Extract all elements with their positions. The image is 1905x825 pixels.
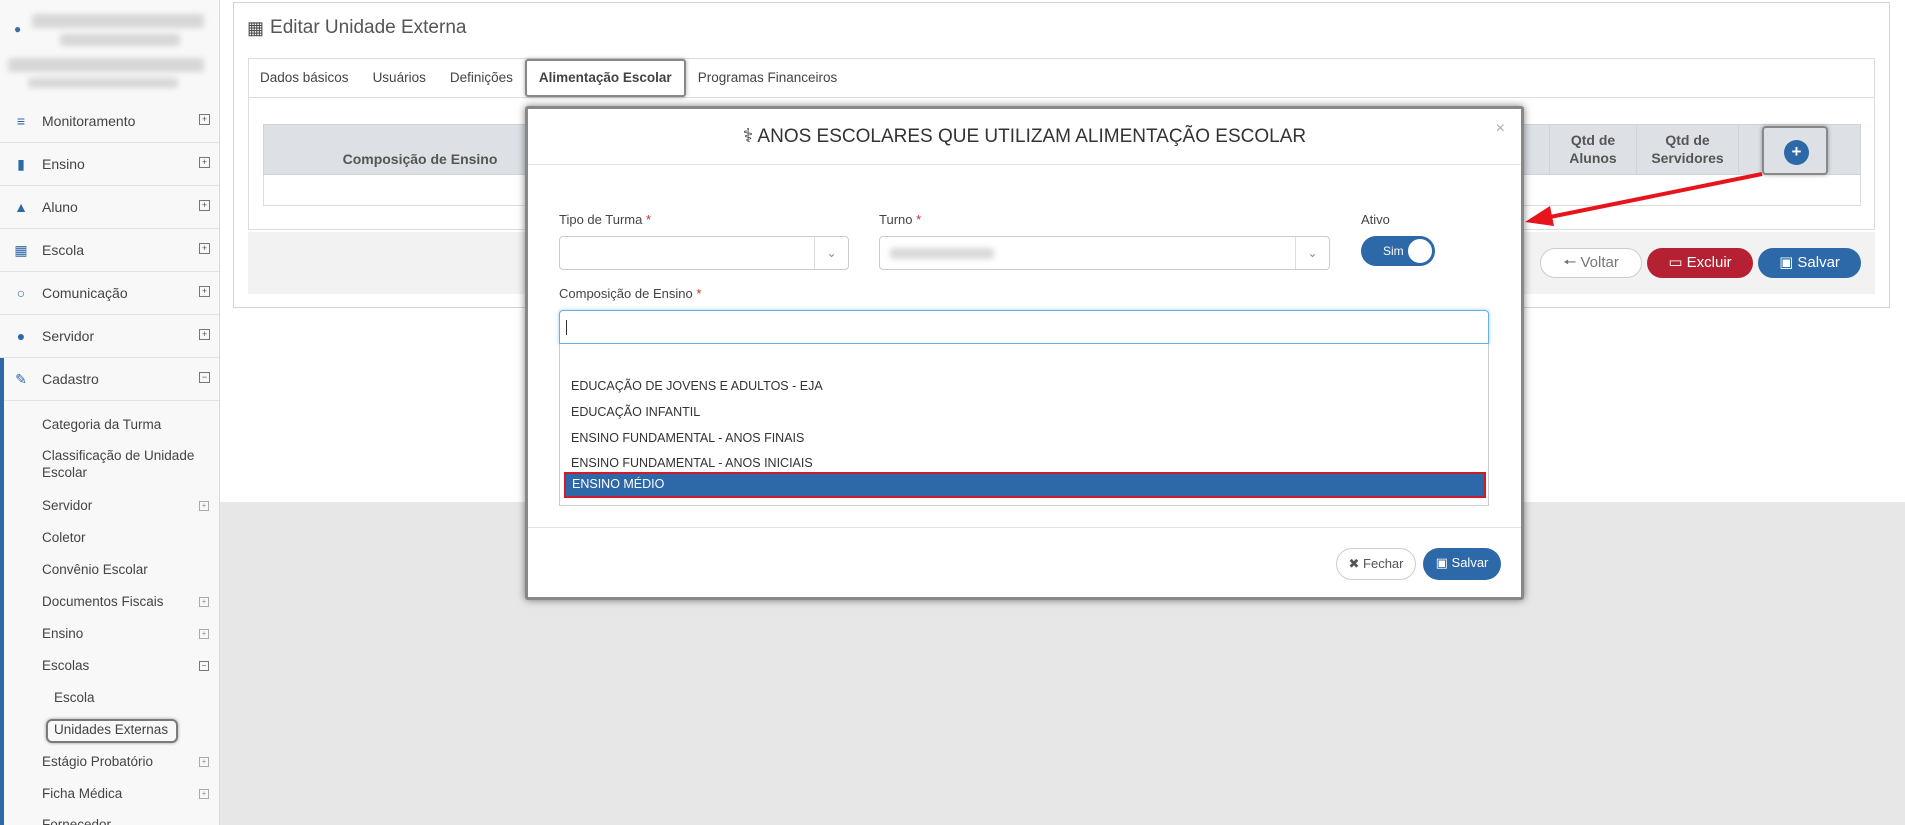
option-fundamental-anos-iniciais[interactable]: ENSINO FUNDAMENTAL - ANOS INICIAIS (571, 456, 813, 470)
tab-definicoes[interactable]: Definições (438, 59, 525, 97)
menu-monitoramento[interactable]: ≡ Monitoramento + (0, 100, 219, 143)
expand-icon[interactable]: + (199, 789, 209, 799)
menu-label: Ensino (42, 156, 85, 172)
option-ensino-medio[interactable]: ENSINO MÉDIO (564, 472, 1486, 498)
expand-icon[interactable]: + (199, 114, 210, 125)
chevron-down-icon: ⌄ (1295, 237, 1329, 269)
fechar-button[interactable]: ✖ Fechar (1336, 548, 1416, 580)
submenu-coletor[interactable]: Coletor (42, 529, 86, 546)
expand-icon[interactable]: + (199, 501, 209, 511)
option-eja[interactable]: EDUCAÇÃO DE JOVENS E ADULTOS - EJA (571, 379, 823, 393)
column-divider (1738, 124, 1739, 175)
add-button[interactable]: + (1784, 140, 1809, 165)
submenu-documentos-fiscais[interactable]: Documentos Fiscais (42, 593, 164, 610)
column-qtd-alunos[interactable]: Qtd de Alunos (1553, 131, 1633, 167)
composicao-search-input[interactable] (559, 310, 1489, 344)
submenu-escolas[interactable]: Escolas (42, 657, 89, 674)
submenu-unidades-externas[interactable]: Unidades Externas (54, 721, 168, 738)
close-icon[interactable]: × (1496, 101, 1505, 157)
menu-label: Escola (42, 242, 85, 258)
composicao-label: Composição de Ensino * (559, 286, 702, 301)
cutlery-icon: ⚕ (742, 126, 754, 147)
option-educacao-infantil[interactable]: EDUCAÇÃO INFANTIL (571, 405, 700, 419)
trash-icon: ▭ (1668, 254, 1687, 271)
column-divider (1549, 124, 1550, 175)
column-qtd-servidores[interactable]: Qtd de Servidores (1640, 131, 1735, 167)
expand-icon[interactable]: + (199, 597, 209, 607)
tipo-turma-select[interactable]: ⌄ (559, 236, 849, 270)
submenu-categoria-turma[interactable]: Categoria da Turma (42, 416, 161, 433)
institution-icon: ▦ (14, 241, 28, 258)
institution-icon: ▦ (247, 17, 265, 38)
modal-footer-divider (528, 527, 1521, 528)
modal-title: ANOS ESCOLARES QUE UTILIZAM ALIMENTAÇÃO … (757, 126, 1307, 147)
save-icon: ▣ (1435, 555, 1448, 570)
annotation-highlight: + (1762, 126, 1828, 175)
user-icon: ● (16, 328, 26, 344)
tab-programas-financeiros[interactable]: Programas Financeiros (686, 59, 850, 97)
tab-usuarios[interactable]: Usuários (361, 59, 438, 97)
page-title: ▦ Editar Unidade Externa (247, 17, 467, 38)
turno-label: Turno * (879, 212, 922, 227)
voltar-button[interactable]: 🠔 Voltar (1540, 248, 1642, 278)
submenu-fornecedor[interactable]: Fornecedor (42, 816, 111, 825)
tipo-turma-label: Tipo de Turma * (559, 212, 652, 227)
expand-icon[interactable]: + (199, 200, 210, 211)
expand-icon[interactable]: + (199, 757, 209, 767)
arrow-left-icon: 🠔 (1563, 254, 1581, 271)
expand-icon[interactable]: + (199, 157, 210, 168)
expand-icon[interactable]: + (199, 629, 209, 639)
collapse-icon[interactable]: − (199, 661, 209, 671)
menu-label: Monitoramento (42, 113, 136, 129)
column-composicao-ensino[interactable]: Composição de Ensino (300, 150, 540, 168)
submenu-classificacao-unidade[interactable]: Classificação de Unidade Escolar (42, 447, 202, 481)
composicao-dropdown: EDUCAÇÃO DE JOVENS E ADULTOS - EJA EDUCA… (559, 344, 1489, 506)
menu-escola[interactable]: ▦ Escola + (0, 229, 219, 272)
chat-bubble-icon: ○ (16, 285, 26, 301)
menu-label: Aluno (42, 199, 78, 215)
submenu-ficha-medica[interactable]: Ficha Médica (42, 785, 122, 802)
expand-icon[interactable]: + (199, 243, 210, 254)
sidebar: ● ≡ Monitoramento + ▮ Ensino + ▲ Aluno +… (0, 0, 220, 825)
user-profile[interactable]: ● (0, 0, 219, 98)
book-icon: ▮ (17, 155, 25, 172)
salvar-button[interactable]: ▣ Salvar (1758, 248, 1861, 278)
close-icon: ✖ (1348, 556, 1360, 571)
submenu-servidor[interactable]: Servidor (42, 497, 92, 514)
modal-salvar-button[interactable]: ▣ Salvar (1423, 548, 1501, 580)
expand-icon[interactable]: + (199, 329, 210, 340)
submenu-escola[interactable]: Escola (54, 689, 95, 706)
submenu-ensino[interactable]: Ensino (42, 625, 83, 642)
graduation-cap-icon: ▲ (14, 199, 28, 215)
ativo-toggle[interactable]: Sim (1361, 236, 1435, 266)
menu-label: Servidor (42, 328, 95, 344)
menu-aluno[interactable]: ▲ Aluno + (0, 186, 219, 229)
modal-header: ⚕ ANOS ESCOLARES QUE UTILIZAM ALIMENTAÇÃ… (528, 109, 1521, 165)
submenu-convenio-escolar[interactable]: Convênio Escolar (42, 561, 148, 578)
tab-dados-basicos[interactable]: Dados básicos (248, 59, 361, 97)
ativo-label: Ativo (1361, 212, 1390, 227)
sliders-icon: ≡ (16, 113, 26, 129)
submenu-estagio-probatorio[interactable]: Estágio Probatório (42, 753, 153, 770)
menu-label: Comunicação (42, 285, 128, 301)
menu-ensino[interactable]: ▮ Ensino + (0, 143, 219, 186)
option-fundamental-anos-finais[interactable]: ENSINO FUNDAMENTAL - ANOS FINAIS (571, 431, 804, 445)
tab-alimentacao-escolar[interactable]: Alimentação Escolar (524, 58, 686, 97)
expand-icon[interactable]: + (199, 286, 210, 297)
tab-bar: Dados básicos Usuários Definições Alimen… (248, 58, 1875, 98)
menu-servidor[interactable]: ● Servidor + (0, 315, 219, 358)
menu-comunicacao[interactable]: ○ Comunicação + (0, 272, 219, 315)
modal-dialog: ⚕ ANOS ESCOLARES QUE UTILIZAM ALIMENTAÇÃ… (525, 106, 1524, 600)
column-divider (1636, 124, 1637, 175)
chevron-down-icon: ⌄ (814, 237, 848, 269)
save-icon: ▣ (1779, 254, 1798, 271)
text-cursor (566, 320, 567, 335)
excluir-button[interactable]: ▭ Excluir (1647, 248, 1753, 278)
toggle-knob (1407, 238, 1433, 264)
user-icon: ● (14, 22, 22, 36)
turno-select[interactable]: ⌄ (879, 236, 1330, 270)
